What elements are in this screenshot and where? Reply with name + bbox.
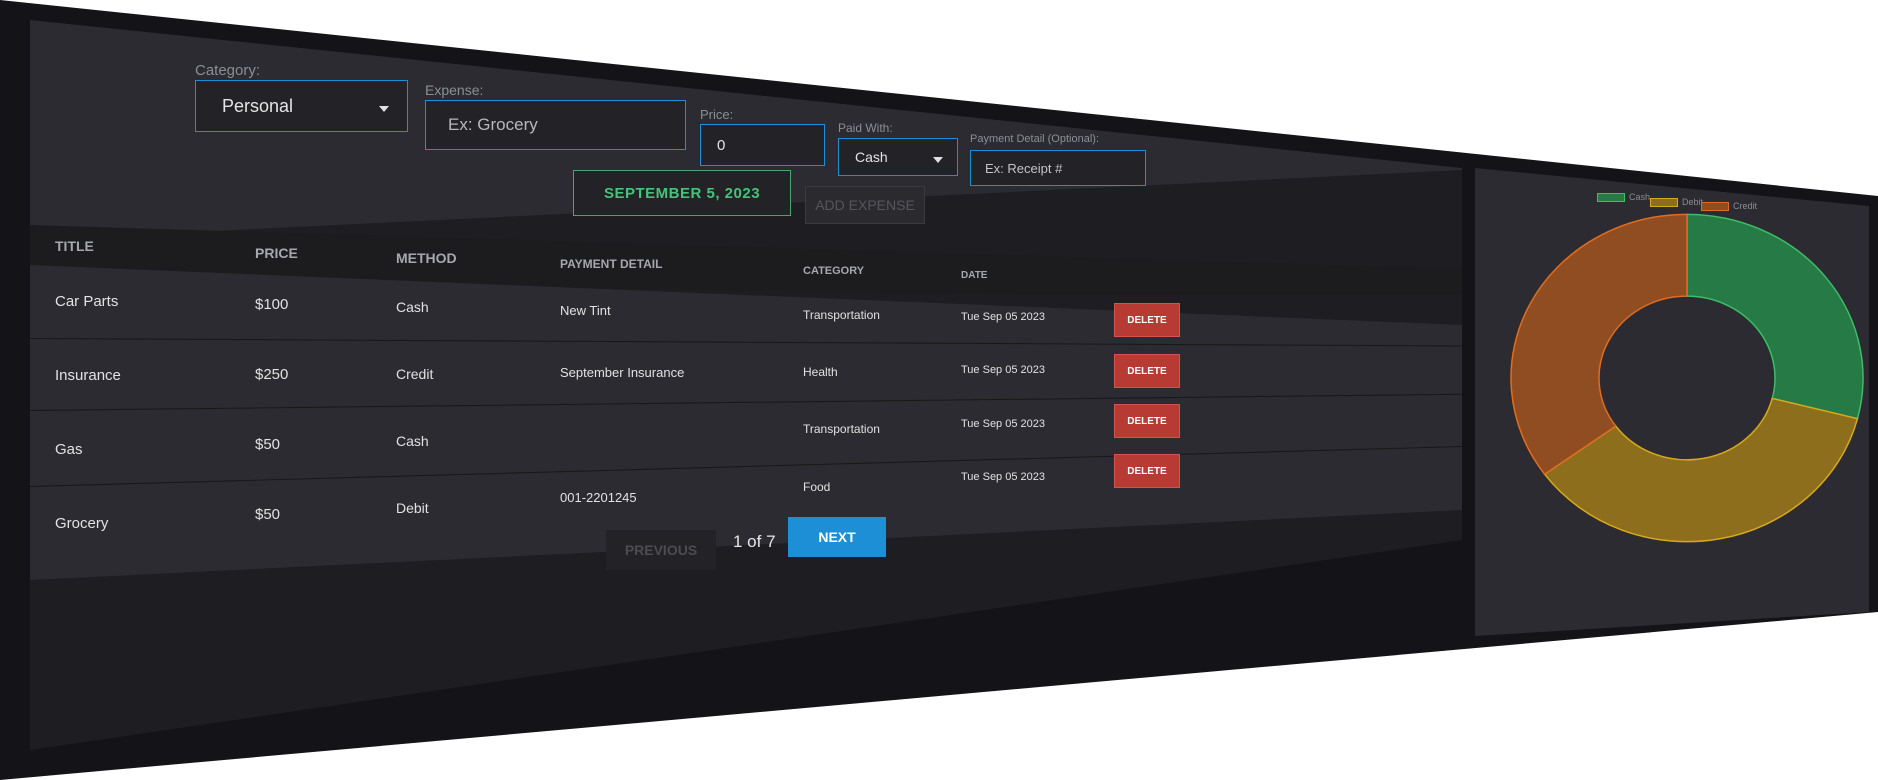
row-detail: 001-2201245	[560, 490, 637, 505]
row-method: Credit	[396, 366, 434, 382]
paid-with-value: Cash	[855, 149, 888, 165]
price-input[interactable]: 0	[700, 124, 825, 166]
chevron-down-icon	[933, 157, 943, 163]
col-price: PRICE	[255, 245, 298, 261]
row-date: Tue Sep 05 2023	[961, 311, 1045, 323]
payment-detail-label: Payment Detail (Optional):	[970, 133, 1099, 145]
row-price: $50	[255, 436, 281, 453]
delete-button[interactable]: DELETE	[1114, 404, 1180, 438]
delete-button[interactable]: DELETE	[1114, 303, 1180, 337]
chevron-down-icon	[379, 106, 389, 112]
row-title: Car Parts	[55, 293, 119, 310]
row-method: Cash	[396, 433, 429, 449]
payment-detail-input[interactable]: Ex: Receipt #	[970, 150, 1146, 186]
category-label: Category:	[195, 62, 261, 79]
chart-panel: Cash Debit Credit	[1475, 168, 1869, 636]
row-title: Grocery	[55, 515, 109, 532]
previous-button[interactable]: PREVIOUS	[606, 530, 716, 570]
payment-detail-placeholder: Ex: Receipt #	[985, 160, 1063, 176]
col-method: METHOD	[396, 250, 457, 266]
row-date: Tue Sep 05 2023	[961, 364, 1045, 376]
row-category: Transportation	[803, 308, 880, 322]
date-picker-button[interactable]: SEPTEMBER 5, 2023	[573, 170, 791, 216]
expense-input[interactable]: Ex: Grocery	[425, 100, 686, 150]
delete-button[interactable]: DELETE	[1114, 454, 1180, 488]
page-status: 1 of 7	[733, 532, 776, 551]
expense-label: Expense:	[425, 82, 484, 98]
col-payment-detail: PAYMENT DETAIL	[560, 257, 663, 271]
row-method: Cash	[396, 299, 429, 315]
row-date: Tue Sep 05 2023	[961, 418, 1045, 430]
slice-cash[interactable]	[1686, 213, 1864, 420]
expense-placeholder: Ex: Grocery	[448, 115, 538, 134]
row-method: Debit	[396, 500, 429, 516]
row-price: $50	[255, 506, 281, 523]
payment-method-donut-chart	[1510, 213, 1864, 543]
row-detail: New Tint	[560, 303, 611, 318]
row-category: Health	[803, 365, 838, 379]
row-price: $100	[255, 296, 289, 313]
col-title: TITLE	[55, 238, 94, 254]
row-category: Food	[803, 480, 831, 494]
row-detail: September Insurance	[560, 365, 685, 380]
slice-credit[interactable]	[1510, 213, 1688, 476]
price-value: 0	[717, 136, 726, 154]
row-price: $250	[255, 366, 289, 383]
category-value: Personal	[222, 95, 294, 116]
expense-panel: Category: Personal Expense: Ex: Grocery …	[30, 20, 1462, 750]
delete-button[interactable]: DELETE	[1114, 354, 1180, 388]
category-select[interactable]: Personal	[195, 80, 408, 132]
col-category: CATEGORY	[803, 265, 865, 277]
paid-with-label: Paid With:	[838, 121, 893, 135]
app-background: Category: Personal Expense: Ex: Grocery …	[0, 0, 1878, 780]
add-expense-button[interactable]: ADD EXPENSE	[805, 186, 925, 224]
next-button[interactable]: NEXT	[788, 517, 886, 557]
price-label: Price:	[700, 107, 734, 122]
row-date: Tue Sep 05 2023	[961, 471, 1045, 483]
row-title: Gas	[55, 441, 83, 458]
row-category: Transportation	[803, 422, 880, 436]
row-title: Insurance	[55, 367, 121, 384]
col-date: DATE	[961, 270, 988, 281]
paid-with-select[interactable]: Cash	[838, 138, 958, 176]
